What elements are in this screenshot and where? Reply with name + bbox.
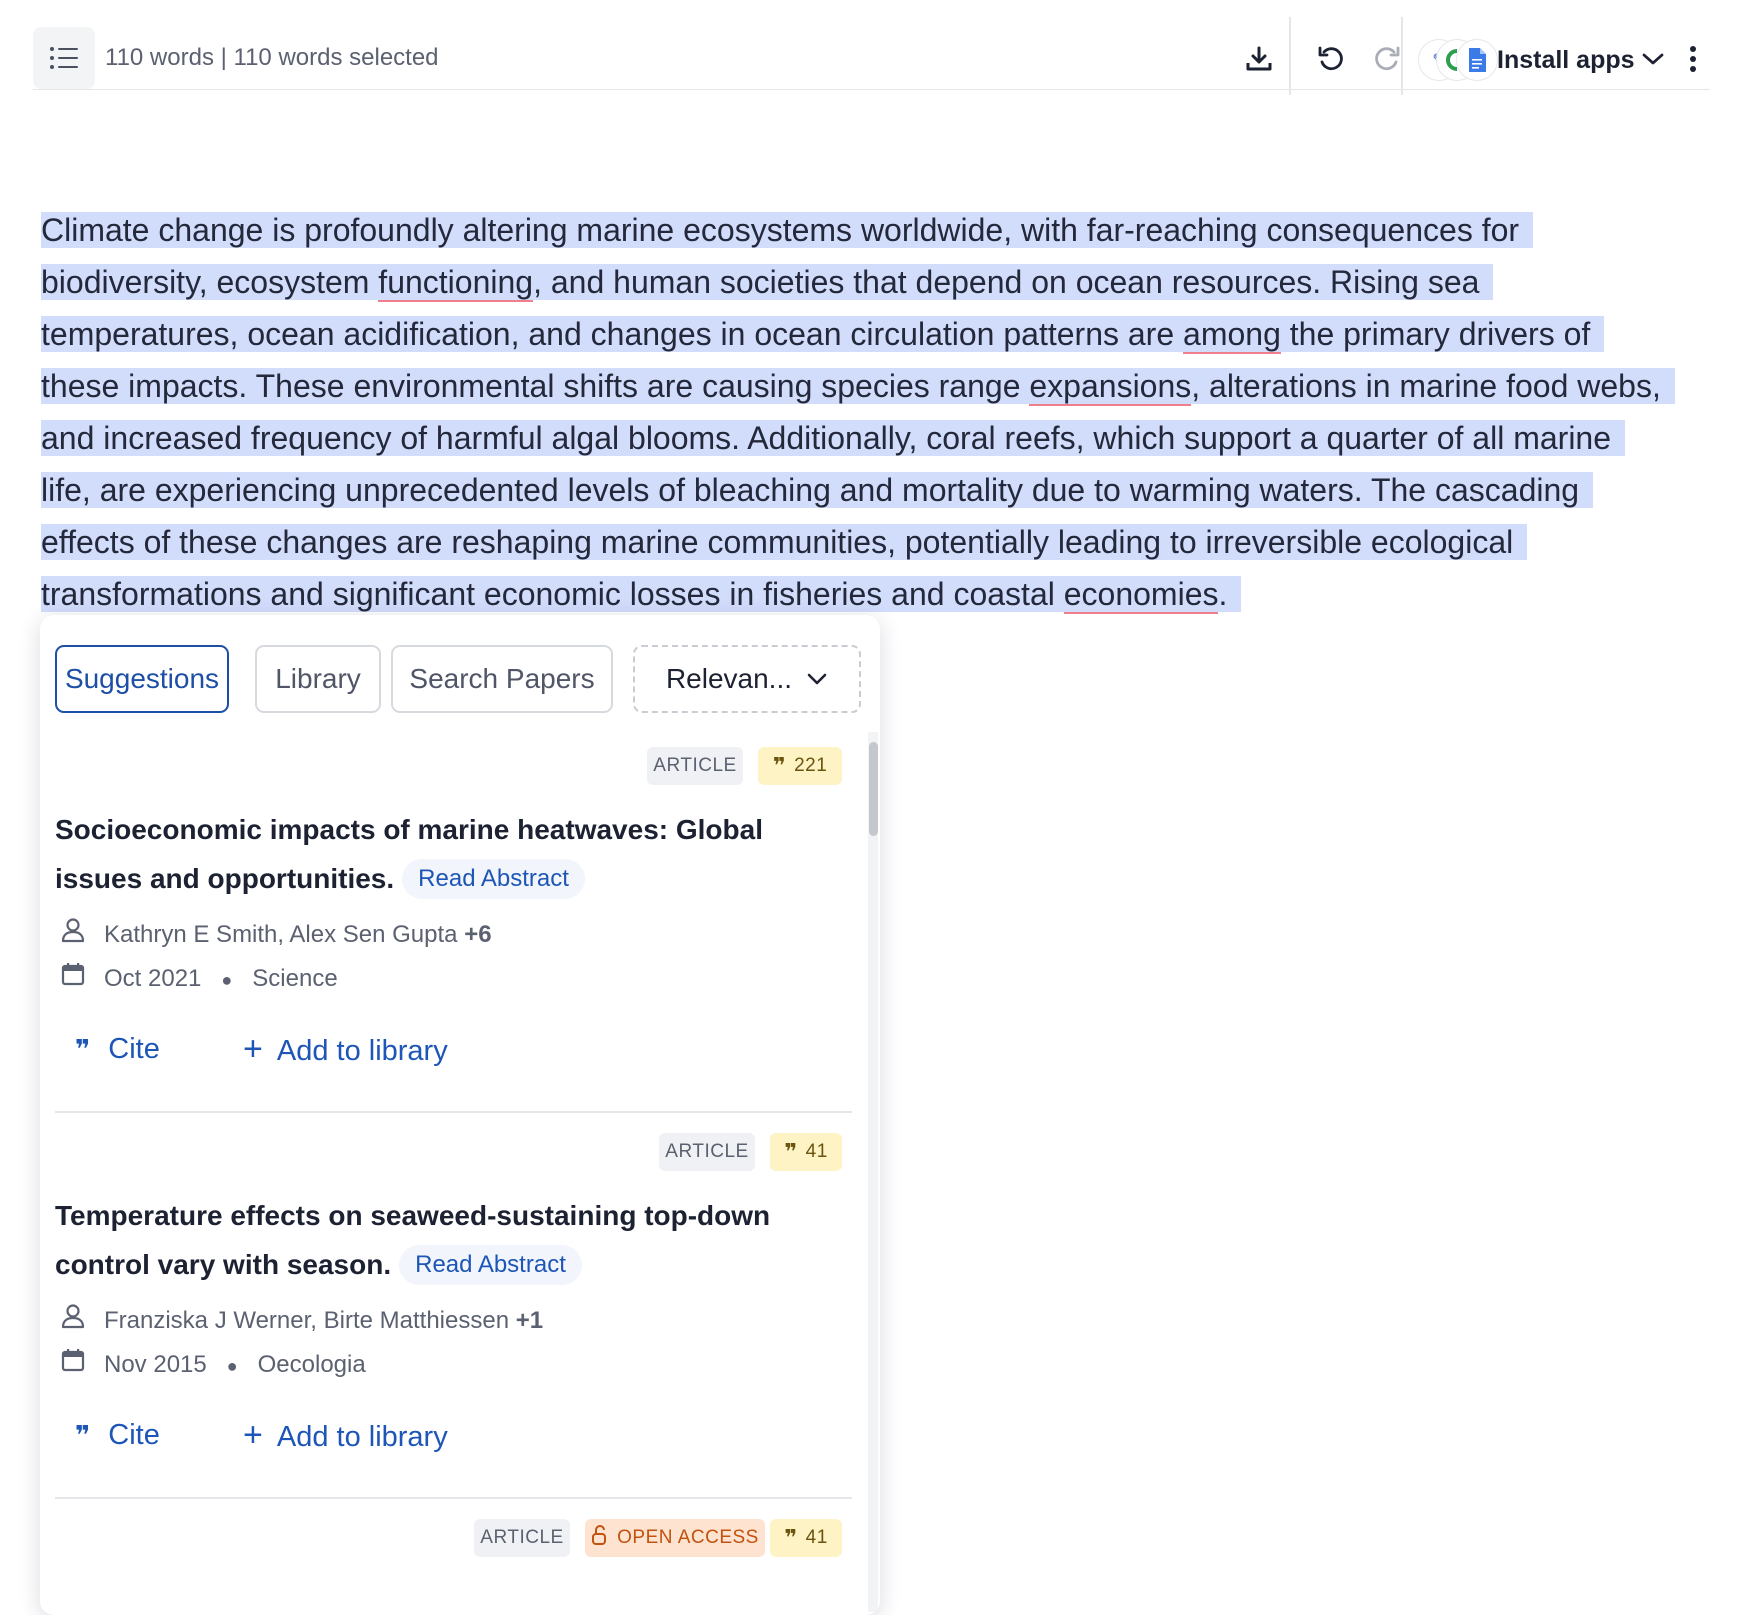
spellcheck-word[interactable]: economies — [1063, 576, 1219, 614]
citation-count: 221 — [794, 755, 828, 776]
paper-authors: Franziska J Werner, Birte Matthiessen +1 — [55, 1301, 543, 1342]
redo-button[interactable] — [1369, 41, 1405, 77]
download-icon — [1246, 46, 1272, 71]
citation-count: 41 — [805, 1527, 828, 1548]
quote-icon: ❞ — [772, 753, 787, 778]
quote-icon: ❞ — [75, 1034, 91, 1064]
paper-type-badge: ARTICLE — [647, 747, 743, 785]
spellcheck-word[interactable]: functioning — [378, 264, 534, 302]
text-line[interactable]: temperatures, ocean acidification, and c… — [41, 308, 1711, 360]
panel-scrollbar[interactable] — [868, 732, 878, 1612]
person-icon — [60, 1302, 90, 1342]
read-abstract-button[interactable]: Read Abstract — [402, 859, 585, 899]
text-line[interactable]: life, are experiencing unprecedented lev… — [41, 464, 1711, 516]
calendar-icon — [60, 960, 90, 1000]
editor-toolbar: 110 words | 110 words selected ✎ Install… — [33, 15, 1711, 95]
citation-count-badge: ❞ 221 — [758, 747, 842, 785]
redo-icon — [1375, 46, 1400, 71]
cite-button[interactable]: ❞ Cite — [75, 1413, 160, 1457]
chevron-down-icon — [1642, 53, 1664, 65]
google-docs-icon — [1456, 39, 1498, 81]
document-body[interactable]: Climate change is profoundly altering ma… — [41, 204, 1711, 620]
sort-label: Relevan... — [665, 663, 793, 694]
text-line[interactable]: transformations and significant economic… — [41, 568, 1711, 620]
undo-icon — [1318, 46, 1343, 71]
paper-type-badge: ARTICLE — [474, 1519, 570, 1557]
person-icon — [60, 916, 90, 956]
chevron-down-icon — [807, 673, 827, 685]
text-line[interactable]: effects of these changes are reshaping m… — [41, 516, 1711, 568]
quote-icon: ❞ — [75, 1420, 91, 1450]
paper-authors: Kathryn E Smith, Alex Sen Gupta +6 — [55, 915, 492, 956]
undo-button[interactable] — [1313, 41, 1349, 77]
text-line[interactable]: these impacts. These environmental shift… — [41, 360, 1711, 412]
open-access-badge: OPEN ACCESS — [585, 1519, 765, 1557]
paper-date-journal: Oct 2021 ● Science — [55, 959, 338, 1000]
more-authors-count[interactable]: +6 — [464, 921, 491, 948]
text-line[interactable]: biodiversity, ecosystem functioning, and… — [41, 256, 1711, 308]
outline-list-icon — [50, 47, 78, 69]
download-button[interactable] — [1241, 41, 1277, 77]
quote-icon: ❞ — [784, 1139, 798, 1164]
plus-icon: + — [243, 1416, 263, 1454]
quote-icon: ❞ — [784, 1525, 798, 1550]
add-to-library-button[interactable]: + Add to library — [243, 1027, 448, 1073]
text-line[interactable]: and increased frequency of harmful algal… — [41, 412, 1711, 464]
toolbar-divider — [1289, 17, 1291, 95]
spellcheck-word[interactable]: among — [1183, 316, 1281, 354]
cite-button[interactable]: ❞ Cite — [75, 1027, 160, 1071]
open-access-label: OPEN ACCESS — [617, 1527, 759, 1548]
more-authors-count[interactable]: +1 — [516, 1307, 543, 1334]
tab-search-papers[interactable]: Search Papers — [391, 645, 613, 713]
citation-panel: Suggestions Library Search Papers Releva… — [40, 615, 880, 1615]
install-apps-button[interactable]: Install apps — [1497, 38, 1635, 82]
citation-count-badge: ❞ 41 — [770, 1519, 842, 1557]
text-line[interactable]: Climate change is profoundly altering ma… — [41, 204, 1711, 256]
paper-date-journal: Nov 2015 ● Oecologia — [55, 1345, 366, 1386]
tab-suggestions[interactable]: Suggestions — [55, 645, 229, 713]
read-abstract-button[interactable]: Read Abstract — [399, 1245, 582, 1285]
word-count: 110 words | 110 words selected — [105, 44, 439, 71]
citation-count-badge: ❞ 41 — [770, 1133, 842, 1171]
calendar-icon — [60, 1346, 90, 1386]
outline-button[interactable] — [33, 27, 95, 89]
install-apps-dropdown[interactable] — [1635, 41, 1671, 77]
paper-type-badge: ARTICLE — [659, 1133, 755, 1171]
citation-count: 41 — [805, 1141, 828, 1162]
paper-title[interactable]: Temperature effects on seaweed-sustainin… — [55, 1191, 845, 1289]
toolbar-divider — [1401, 17, 1403, 95]
open-lock-icon — [591, 1524, 607, 1552]
add-to-library-button[interactable]: + Add to library — [243, 1413, 448, 1459]
scrollbar-thumb[interactable] — [869, 742, 878, 836]
tab-library[interactable]: Library — [255, 645, 381, 713]
sort-dropdown[interactable]: Relevan... — [633, 645, 861, 713]
plus-icon: + — [243, 1030, 263, 1068]
more-options-button[interactable] — [1675, 41, 1711, 77]
card-divider — [55, 1497, 852, 1499]
card-divider — [55, 1111, 852, 1113]
more-vertical-icon — [1690, 46, 1696, 72]
paper-title[interactable]: Socioeconomic impacts of marine heatwave… — [55, 805, 845, 903]
spellcheck-word[interactable]: expansions — [1029, 368, 1192, 406]
